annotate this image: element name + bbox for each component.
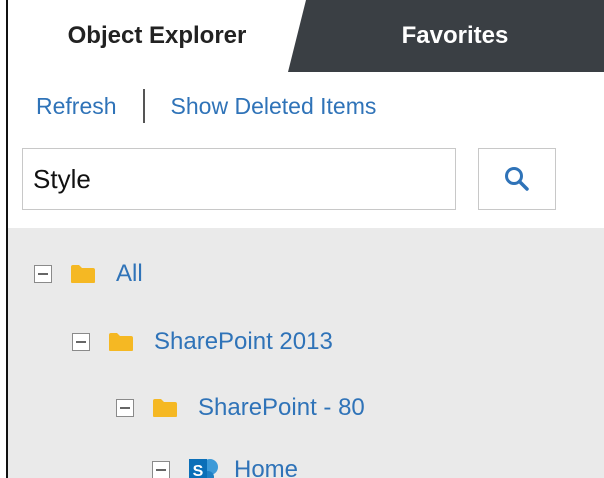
tree-item-home[interactable]: S Home	[152, 450, 298, 478]
show-deleted-items-link[interactable]: Show Deleted Items	[171, 93, 377, 120]
tree-item-label: All	[116, 260, 143, 287]
search-button[interactable]	[478, 148, 556, 210]
collapse-toggle-icon[interactable]	[116, 399, 134, 417]
tab-object-explorer-label: Object Explorer	[67, 22, 247, 49]
tree-item-label: Home	[234, 456, 299, 478]
collapse-toggle-icon[interactable]	[152, 461, 170, 478]
tree-item-sharepoint-80[interactable]: SharePoint - 80	[116, 388, 365, 428]
tab-object-explorer[interactable]: Object Explorer	[8, 0, 306, 72]
svg-text:S: S	[193, 463, 204, 478]
tree-item-all[interactable]: All	[34, 254, 143, 294]
folder-icon	[109, 333, 133, 351]
sharepoint-site-icon: S	[189, 459, 218, 478]
collapse-toggle-icon[interactable]	[72, 333, 90, 351]
action-links: Refresh Show Deleted Items	[36, 88, 376, 124]
tab-favorites-label: Favorites	[401, 22, 509, 49]
tree-item-sharepoint-2013[interactable]: SharePoint 2013	[72, 322, 333, 362]
link-separator	[142, 89, 145, 123]
search-icon	[505, 167, 529, 191]
object-tree: All SharePoint 2013 SharePoint - 80 S Ho…	[8, 228, 604, 478]
collapse-toggle-icon[interactable]	[34, 265, 52, 283]
tree-item-label: SharePoint - 80	[198, 394, 365, 421]
search-input[interactable]	[22, 148, 456, 210]
folder-icon	[153, 399, 177, 417]
tree-item-label: SharePoint 2013	[154, 328, 333, 355]
tab-favorites[interactable]: Favorites	[288, 0, 604, 72]
tab-bar: Object Explorer Favorites	[8, 0, 604, 72]
folder-icon	[71, 265, 95, 283]
refresh-link[interactable]: Refresh	[36, 93, 117, 120]
